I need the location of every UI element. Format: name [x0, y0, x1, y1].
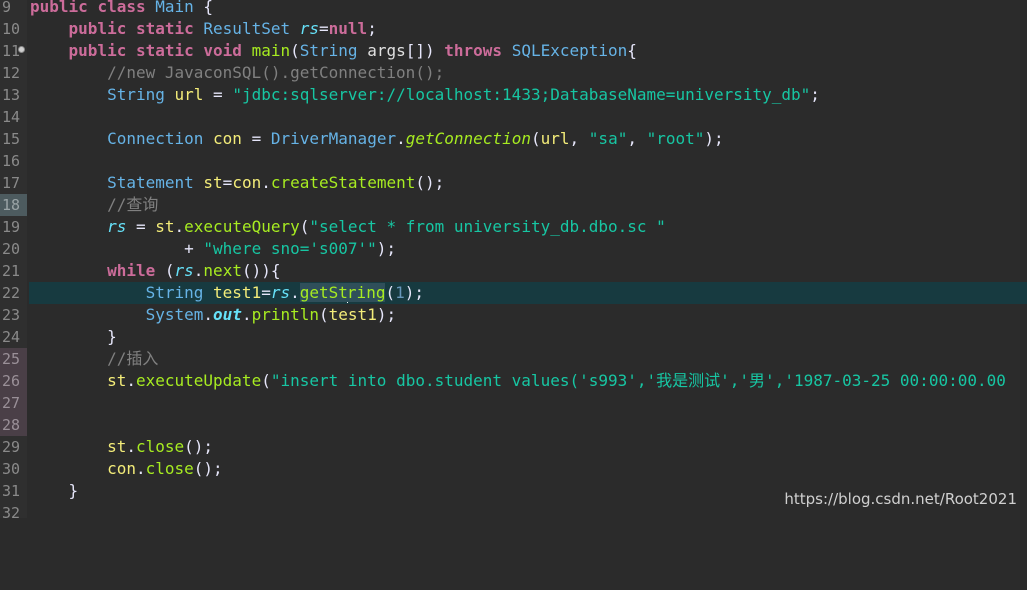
code-editor[interactable]: 9 public class Main { 10 public static R… [0, 0, 1027, 522]
watermark-text: https://blog.csdn.net/Root2021 [784, 490, 1017, 508]
line-number: 29 [2, 438, 21, 456]
code-line[interactable]: 12 //new JavaconSQL().getConnection(); [0, 62, 1027, 84]
code-text[interactable]: + "where sno='s007'"); [30, 238, 396, 260]
code-line[interactable]: 13 String url = "jdbc:sqlserver://localh… [0, 84, 1027, 106]
code-text[interactable]: rs = st.executeQuery("select * from univ… [30, 216, 666, 238]
code-text[interactable]: while (rs.next()){ [30, 260, 280, 282]
code-comment[interactable]: //查询 [30, 194, 158, 216]
code-text[interactable]: public class Main { [30, 0, 213, 18]
code-text[interactable]: Connection con = DriverManager.getConnec… [30, 128, 724, 150]
line-number: 21 [2, 262, 21, 280]
line-number: 20 [2, 240, 21, 258]
code-line[interactable]: 11 public static void main(String args[]… [0, 40, 1027, 62]
code-line[interactable]: 15 Connection con = DriverManager.getCon… [0, 128, 1027, 150]
code-text[interactable]: con.close(); [30, 458, 223, 480]
code-line[interactable]: 20 + "where sno='s007'"); [0, 238, 1027, 260]
current-line-highlight[interactable]: 22 String test1=rs.getString(1); [0, 282, 1027, 304]
code-line[interactable]: 29 st.close(); [0, 436, 1027, 458]
line-number: 15 [2, 130, 21, 148]
line-number: 9 [2, 0, 12, 16]
code-line[interactable]: 9 public class Main { [0, 0, 1027, 18]
code-text[interactable]: } [30, 480, 79, 502]
code-text[interactable]: String url = "jdbc:sqlserver://localhost… [30, 84, 820, 106]
code-line[interactable]: 30 con.close(); [0, 458, 1027, 480]
code-text[interactable]: String test1=rs.getString(1); [30, 282, 424, 304]
code-line[interactable]: 24 } [0, 326, 1027, 348]
code-line[interactable]: 27 [0, 392, 1027, 414]
code-text[interactable]: st.close(); [30, 436, 213, 458]
line-number: 26 [0, 370, 27, 392]
line-number: 10 [2, 20, 21, 38]
code-line[interactable]: 28 [0, 414, 1027, 436]
code-line[interactable]: 19 rs = st.executeQuery("select * from u… [0, 216, 1027, 238]
line-number: 32 [2, 504, 21, 522]
code-comment[interactable]: //插入 [30, 348, 158, 370]
code-text[interactable]: public static void main(String args[]) t… [30, 40, 637, 62]
line-number: 17 [2, 174, 21, 192]
line-number: 14 [2, 108, 21, 126]
code-line[interactable]: 10 public static ResultSet rs=null; [0, 18, 1027, 40]
code-line[interactable]: 26 st.executeUpdate("insert into dbo.stu… [0, 370, 1027, 392]
line-number: 25 [0, 348, 27, 370]
code-text[interactable]: Statement st=con.createStatement(); [30, 172, 444, 194]
code-line[interactable]: 18 //查询 [0, 194, 1027, 216]
line-number: 19 [2, 218, 21, 236]
code-line[interactable]: 23 System.out.println(test1); [0, 304, 1027, 326]
line-number: 16 [2, 152, 21, 170]
line-number: 27 [0, 392, 27, 414]
line-number: 13 [2, 86, 21, 104]
line-number: 30 [2, 460, 21, 478]
line-number: 28 [0, 414, 27, 436]
code-comment[interactable]: //new JavaconSQL().getConnection(); [30, 62, 444, 84]
code-text[interactable]: public static ResultSet rs=null; [30, 18, 377, 40]
code-text[interactable]: } [30, 326, 117, 348]
line-number: 24 [2, 328, 21, 346]
code-area[interactable]: 9 public class Main { 10 public static R… [0, 0, 1027, 524]
line-number: 12 [2, 64, 21, 82]
line-number: 31 [2, 482, 21, 500]
line-number: 18 [0, 194, 27, 216]
code-line[interactable]: 17 Statement st=con.createStatement(); [0, 172, 1027, 194]
fold-collapse-icon[interactable] [18, 46, 25, 53]
code-line[interactable]: 25 //插入 [0, 348, 1027, 370]
code-line[interactable]: 21 while (rs.next()){ [0, 260, 1027, 282]
code-line[interactable]: 14 [0, 106, 1027, 128]
code-text[interactable]: st.executeUpdate("insert into dbo.studen… [30, 370, 1006, 392]
line-number: 22 [2, 284, 21, 302]
line-number: 23 [2, 306, 21, 324]
code-line[interactable]: 16 [0, 150, 1027, 172]
code-text[interactable]: System.out.println(test1); [30, 304, 397, 326]
